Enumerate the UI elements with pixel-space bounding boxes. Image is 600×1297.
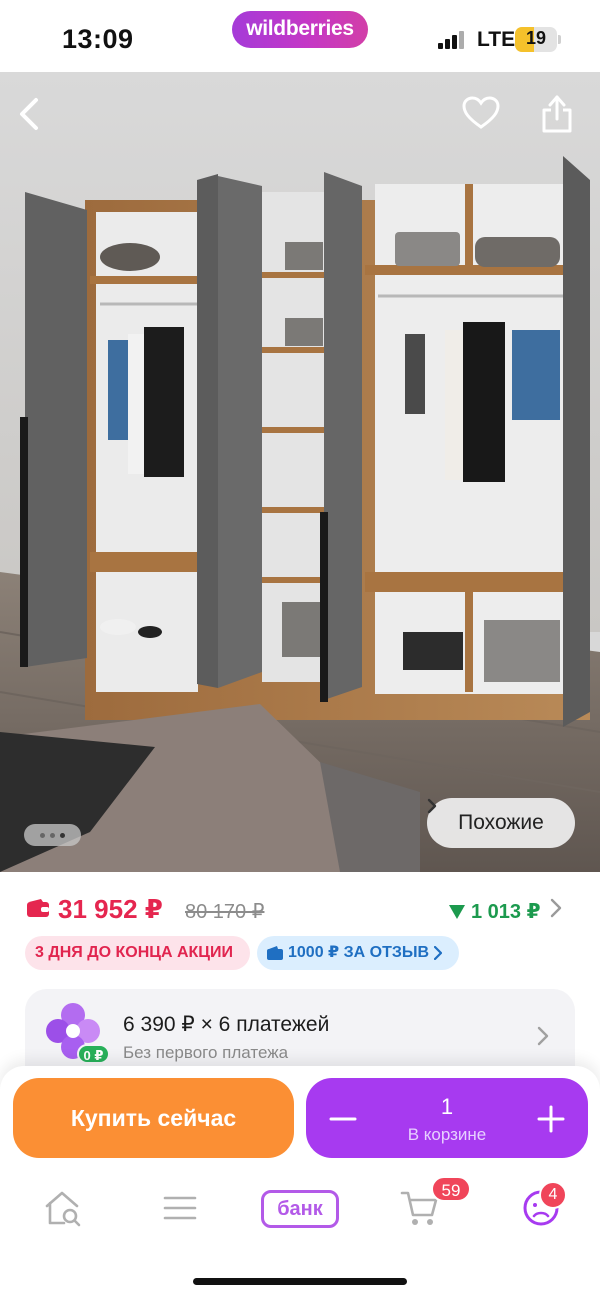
status-time: 13:09 [62, 24, 134, 54]
plus-icon[interactable] [536, 1104, 566, 1134]
back-button[interactable] [16, 96, 60, 140]
zero-payment-badge: 0 ₽ [77, 1044, 110, 1064]
heart-outline-icon [462, 96, 500, 129]
profile-notification-badge: 4 [539, 1181, 567, 1209]
price-row[interactable]: 31 952 ₽ 80 170 ₽ 1 013 ₽ [0, 880, 600, 940]
home-indicator[interactable] [193, 1278, 407, 1285]
buy-now-button[interactable]: Купить сейчас [13, 1078, 294, 1158]
menu-icon [163, 1196, 197, 1220]
brand-logo[interactable]: wildberries [232, 11, 368, 48]
battery-level: 19 [525, 28, 547, 48]
similar-label: Похожие [458, 811, 544, 834]
chevron-right-icon [427, 798, 437, 814]
review-bonus-label: 1000 ₽ ЗА ОТЗЫВ [288, 944, 430, 961]
gallery-dot-active [60, 832, 65, 838]
wallet-icon [267, 946, 283, 960]
bottom-action-bar: Купить сейчас 1 В корзине [0, 1066, 600, 1297]
product-image[interactable]: Похожие [0, 72, 600, 872]
gallery-dot [50, 832, 55, 838]
share-button[interactable] [540, 94, 584, 138]
chevron-right-icon [434, 946, 443, 960]
sale-countdown-badge: 3 ДНЯ ДО КОНЦА АКЦИИ [25, 936, 250, 970]
battery-nub [558, 35, 561, 44]
cart-quantity-stepper[interactable]: 1 В корзине [306, 1078, 588, 1158]
gallery-indicator [24, 824, 81, 846]
chevron-right-icon [550, 898, 562, 918]
tab-home[interactable] [40, 1186, 84, 1230]
cashback-amount: 1 013 ₽ [471, 901, 541, 923]
signal-icon [438, 31, 466, 49]
installment-title: 6 390 ₽ × 6 платежей [123, 1013, 330, 1036]
wallet-icon [27, 899, 49, 917]
network-type: LTE [477, 28, 516, 51]
triangle-down-icon [449, 904, 465, 919]
tab-bank[interactable]: банк [261, 1190, 339, 1228]
installment-subtitle: Без первого платежа [123, 1043, 289, 1062]
chevron-right-icon [537, 1026, 549, 1046]
old-price: 80 170 ₽ [185, 901, 265, 923]
review-bonus-badge[interactable]: 1000 ₽ ЗА ОТЗЫВ [257, 936, 459, 970]
similar-button[interactable]: Похожие [427, 798, 575, 848]
current-price: 31 952 ₽ [58, 894, 163, 924]
cashback[interactable]: 1 013 ₽ [449, 899, 541, 924]
home-search-icon [45, 1191, 81, 1227]
share-icon [542, 95, 572, 133]
status-bar: 13:09 wildberries LTE 19 [0, 0, 600, 72]
chevron-left-icon [20, 98, 38, 130]
battery-icon: 19 [515, 27, 557, 52]
tab-catalog[interactable] [160, 1186, 200, 1230]
favorite-button[interactable] [462, 96, 506, 140]
gallery-dot [40, 832, 45, 838]
cart-count-badge: 59 [431, 1176, 471, 1202]
wardrobe-photo [0, 72, 600, 872]
